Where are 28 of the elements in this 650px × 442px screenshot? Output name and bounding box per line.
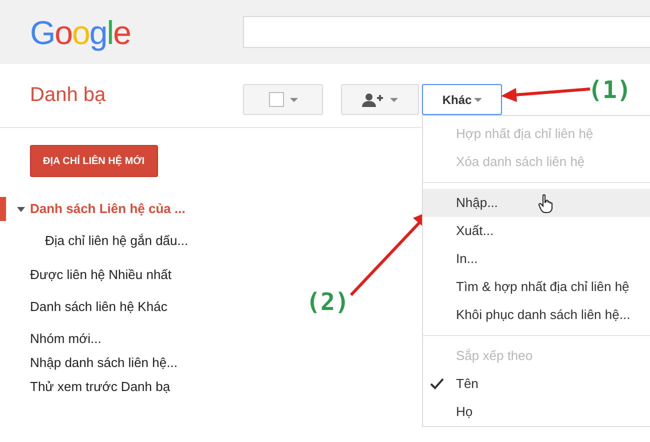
- menu-section-header: Sắp xếp theo: [455, 347, 534, 365]
- app-title: Danh bạ: [30, 84, 107, 107]
- menu-item[interactable]: Khôi phục danh sách liên hệ...: [423, 301, 650, 329]
- sidebar-item[interactable]: Được liên hệ Nhiều nhất: [30, 267, 172, 282]
- search-field[interactable]: [243, 16, 650, 48]
- menu-item[interactable]: Tìm & hợp nhất địa chỉ liên hệ: [423, 273, 650, 301]
- menu-item[interactable]: Xuất...: [423, 217, 650, 245]
- new-contact-button[interactable]: ĐỊA CHỈ LIÊN HỆ MỚI: [30, 145, 158, 177]
- menu-option[interactable]: Tên: [423, 370, 650, 398]
- sidebar-item[interactable]: Danh sách liên hệ Khác: [30, 299, 168, 314]
- sidebar-item[interactable]: Thử xem trước Danh bạ: [30, 379, 170, 394]
- menu-option[interactable]: Họ: [423, 398, 650, 426]
- annotation-label: (2): [306, 288, 350, 316]
- add-contact-button[interactable]: [341, 84, 419, 115]
- caret-icon: [290, 98, 298, 102]
- checkbox-icon: [268, 92, 284, 107]
- sidebar-item[interactable]: Danh sách Liên hệ của ...: [30, 201, 186, 216]
- sidebar-item[interactable]: Địa chỉ liên hệ gắn dấu...: [45, 233, 188, 248]
- sidebar-item[interactable]: Nhập danh sách liên hệ...: [30, 355, 178, 370]
- caret-icon: [390, 98, 398, 102]
- hand-cursor-icon: [538, 194, 554, 214]
- sidebar-item[interactable]: Nhóm mới...: [30, 331, 102, 346]
- add-person-icon: [362, 92, 384, 106]
- expand-triangle-icon[interactable]: [17, 207, 25, 212]
- more-button[interactable]: Khác: [422, 84, 502, 115]
- menu-item[interactable]: Nhập...: [423, 189, 650, 217]
- menu-item[interactable]: In...: [423, 245, 650, 273]
- annotation-label: (1): [588, 76, 632, 104]
